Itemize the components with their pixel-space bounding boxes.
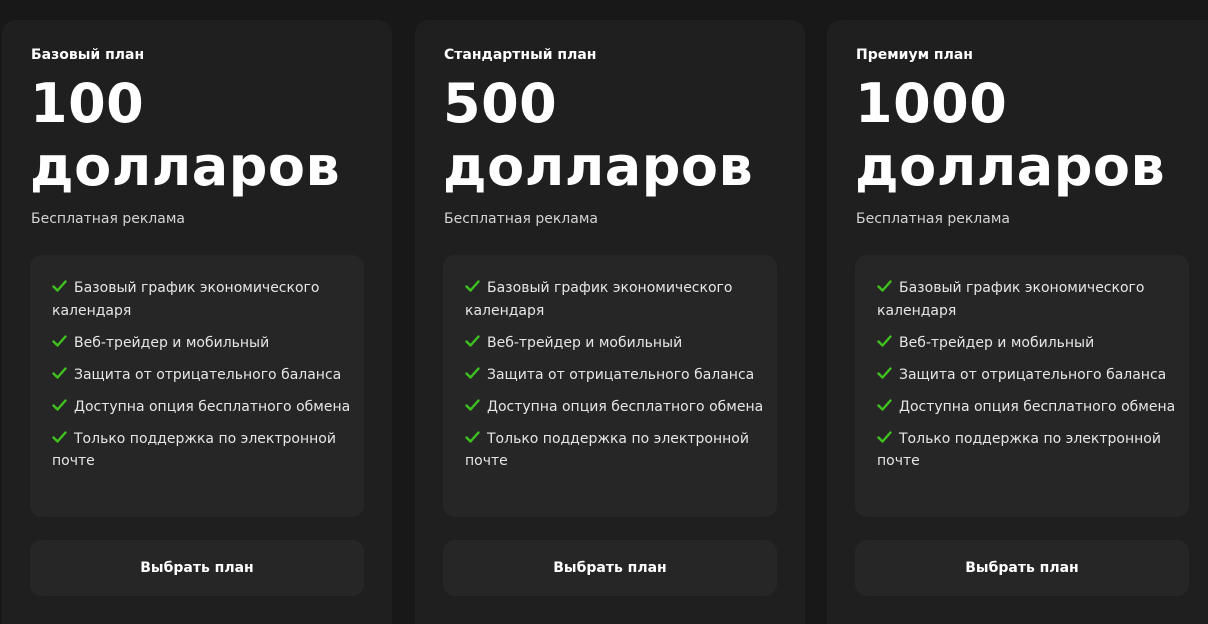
- feature-text: Базовый график экономического календаря: [465, 280, 733, 319]
- plan-card-basic: Базовый план 100 долларов Бесплатная рек…: [2, 20, 392, 624]
- feature-item: Только поддержка по электронной почте: [877, 428, 1179, 473]
- feature-text: Только поддержка по электронной почте: [877, 430, 1161, 470]
- checkmark-icon: [52, 366, 67, 380]
- feature-text: Защита от отрицательного баланса: [74, 366, 342, 383]
- feature-text: Защита от отрицательного баланса: [487, 366, 755, 383]
- checkmark-icon: [465, 334, 480, 348]
- choose-plan-button[interactable]: Выбрать план: [855, 540, 1189, 596]
- checkmark-icon: [52, 398, 67, 412]
- plan-name: Базовый план: [31, 47, 145, 63]
- checkmark-icon: [52, 430, 67, 444]
- feature-item: Доступна опция бесплатного обмена: [877, 396, 1179, 419]
- feature-item: Доступна опция бесплатного обмена: [52, 396, 354, 419]
- feature-item: Веб-трейдер и мобильный: [52, 332, 354, 355]
- checkmark-icon: [465, 430, 480, 444]
- checkmark-icon: [465, 279, 480, 293]
- feature-text: Только поддержка по электронной почте: [465, 430, 749, 470]
- checkmark-icon: [465, 366, 480, 380]
- feature-text: Доступна опция бесплатного обмена: [487, 398, 764, 415]
- plan-name: Стандартный план: [444, 47, 597, 63]
- feature-item: Веб-трейдер и мобильный: [877, 332, 1179, 355]
- feature-text: Веб-трейдер и мобильный: [487, 334, 683, 351]
- feature-text: Только поддержка по электронной почте: [52, 430, 336, 470]
- price-unit: долларов: [443, 135, 754, 198]
- feature-text: Защита от отрицательного баланса: [899, 366, 1167, 383]
- feature-list: Базовый график экономического календаря …: [443, 255, 777, 517]
- feature-list: Базовый график экономического календаря …: [30, 255, 364, 517]
- plan-price: 500 долларов: [443, 72, 753, 198]
- checkmark-icon: [52, 279, 67, 293]
- feature-item: Базовый график экономического календаря: [465, 277, 767, 322]
- feature-item: Защита от отрицательного баланса: [52, 364, 354, 387]
- feature-text: Доступна опция бесплатного обмена: [74, 398, 351, 415]
- checkmark-icon: [877, 430, 892, 444]
- plan-price: 100 долларов: [30, 72, 340, 198]
- feature-item: Доступна опция бесплатного обмена: [465, 396, 767, 419]
- plan-name: Премиум план: [856, 47, 973, 63]
- pricing-plans: Базовый план 100 долларов Бесплатная рек…: [0, 0, 1208, 624]
- feature-item: Только поддержка по электронной почте: [52, 428, 354, 473]
- price-amount: 100: [30, 72, 145, 135]
- checkmark-icon: [877, 279, 892, 293]
- choose-plan-button[interactable]: Выбрать план: [443, 540, 777, 596]
- checkmark-icon: [877, 334, 892, 348]
- plan-card-standard: Стандартный план 500 долларов Бесплатная…: [415, 20, 805, 624]
- feature-item: Веб-трейдер и мобильный: [465, 332, 767, 355]
- price-unit: долларов: [30, 135, 341, 198]
- price-amount: 500: [443, 72, 558, 135]
- price-amount: 1000: [855, 72, 1008, 135]
- choose-plan-button[interactable]: Выбрать план: [30, 540, 364, 596]
- feature-item: Базовый график экономического календаря: [877, 277, 1179, 322]
- checkmark-icon: [52, 334, 67, 348]
- feature-item: Защита от отрицательного баланса: [465, 364, 767, 387]
- feature-text: Доступна опция бесплатного обмена: [899, 398, 1176, 415]
- plan-subtitle: Бесплатная реклама: [444, 211, 598, 227]
- checkmark-icon: [877, 398, 892, 412]
- checkmark-icon: [465, 398, 480, 412]
- feature-item: Только поддержка по электронной почте: [465, 428, 767, 473]
- price-unit: долларов: [855, 135, 1166, 198]
- plan-card-premium: Премиум план 1000 долларов Бесплатная ре…: [827, 20, 1208, 624]
- feature-text: Базовый график экономического календаря: [877, 280, 1145, 319]
- plan-subtitle: Бесплатная реклама: [31, 211, 185, 227]
- feature-item: Защита от отрицательного баланса: [877, 364, 1179, 387]
- feature-text: Веб-трейдер и мобильный: [74, 334, 270, 351]
- plan-subtitle: Бесплатная реклама: [856, 211, 1010, 227]
- feature-text: Базовый график экономического календаря: [52, 280, 320, 319]
- feature-list: Базовый график экономического календаря …: [855, 255, 1189, 517]
- feature-text: Веб-трейдер и мобильный: [899, 334, 1095, 351]
- feature-item: Базовый график экономического календаря: [52, 277, 354, 322]
- checkmark-icon: [877, 366, 892, 380]
- plan-price: 1000 долларов: [855, 72, 1165, 198]
